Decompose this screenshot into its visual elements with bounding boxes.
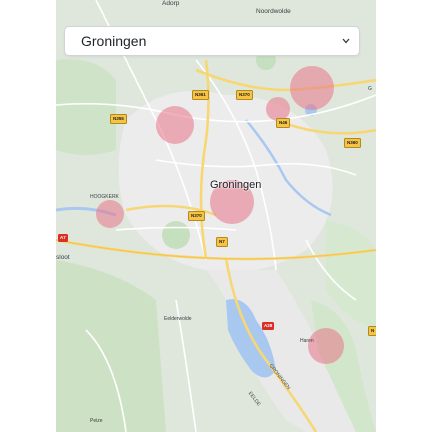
place-label-hoogkerk: HOOGKERK bbox=[90, 194, 119, 200]
location-marker-south[interactable] bbox=[308, 328, 344, 364]
road-shield-n46: N46 bbox=[276, 118, 291, 128]
road-shield-n: N bbox=[368, 326, 376, 336]
road-shield-n370-west: N370 bbox=[188, 211, 205, 221]
map-view[interactable]: Adorp Noordwolde Groningen HOOGKERK sloo… bbox=[56, 0, 376, 432]
road-shield-a28: A28 bbox=[262, 322, 275, 330]
place-label-g: G bbox=[368, 86, 372, 92]
location-marker-west[interactable] bbox=[96, 200, 124, 228]
location-select[interactable]: Groningen bbox=[64, 26, 360, 56]
road-shield-a7: A7 bbox=[58, 234, 68, 242]
chevron-down-icon bbox=[341, 36, 351, 46]
location-marker-northwest[interactable] bbox=[156, 106, 194, 144]
place-label-groningen: Groningen bbox=[210, 179, 262, 191]
road-shield-n7: N7 bbox=[216, 237, 228, 247]
road-shield-n360: N360 bbox=[344, 138, 361, 148]
location-select-value: Groningen bbox=[81, 33, 147, 49]
place-label-adorp: Adorp bbox=[162, 0, 180, 7]
location-marker-northeast[interactable] bbox=[290, 66, 334, 110]
place-label-sloot: sloot bbox=[56, 254, 70, 261]
road-shield-n355: N355 bbox=[110, 114, 127, 124]
road-shield-n370-north: N370 bbox=[236, 90, 253, 100]
place-label-noordwolde: Noordwolde bbox=[256, 8, 291, 15]
place-label-eelderwolde: Eelderwolde bbox=[164, 316, 192, 322]
road-shield-n361: N361 bbox=[192, 90, 209, 100]
place-label-peize: Peize bbox=[90, 418, 103, 424]
place-label-haren: Haren bbox=[300, 338, 314, 344]
